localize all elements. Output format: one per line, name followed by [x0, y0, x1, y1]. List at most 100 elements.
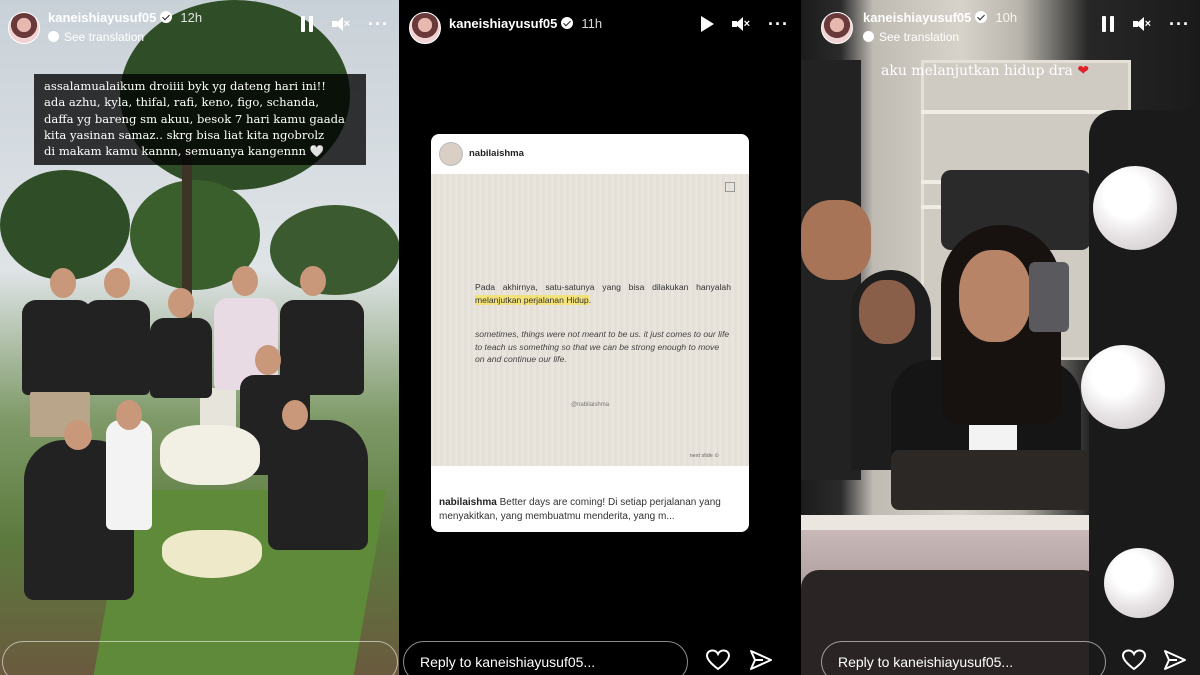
avatar[interactable]	[8, 12, 40, 44]
story-panel-3[interactable]: aku melanjutkan hidup dra ❤ kaneishiayus…	[801, 0, 1200, 675]
username-row[interactable]: kaneishiayusuf05 12h	[48, 10, 202, 25]
vanity-bulb	[1081, 345, 1165, 429]
quote-text-end: .	[588, 294, 592, 305]
face	[64, 420, 92, 450]
reply-placeholder: Reply to kaneishiayusuf05...	[420, 654, 596, 670]
see-translation-link[interactable]: See translation	[863, 30, 959, 44]
story-caption: aku melanjutkan hidup dra ❤	[881, 63, 1089, 79]
red-heart-icon: ❤	[1077, 63, 1090, 79]
caption-line: assalamualaikum droiiii byk yg dateng ha…	[44, 79, 326, 93]
face	[116, 400, 142, 430]
verified-badge-icon	[975, 11, 988, 23]
username[interactable]: kaneishiayusuf05	[449, 16, 557, 31]
avatar[interactable]	[409, 12, 441, 44]
reply-input[interactable]: Reply to kaneishiayusuf05...	[821, 641, 1106, 675]
next-slide-text: next slide	[689, 453, 713, 459]
reply-input[interactable]: Reply to kaneishiayusuf05...	[403, 641, 688, 675]
next-slide-label: next slide ⊙	[689, 453, 719, 459]
flower-bouquet	[160, 425, 260, 485]
story-time: 11h	[581, 16, 603, 31]
person-hijab-2	[268, 420, 368, 550]
avatar[interactable]	[821, 12, 853, 44]
post-header: nabilaishma	[431, 134, 749, 174]
face	[232, 266, 258, 296]
username[interactable]: kaneishiayusuf05	[863, 10, 971, 25]
caption-author[interactable]: nabilaishma	[439, 497, 497, 508]
verified-badge-icon	[561, 17, 574, 29]
person-standing-2	[84, 300, 150, 395]
globe-icon	[48, 31, 59, 42]
stylist-arm	[801, 200, 871, 280]
caption-line: kita yasinan samaz.. skrg bisa liat kita…	[44, 127, 325, 142]
square-icon	[725, 182, 735, 192]
caption-line: ada azhu, kyla, thifal, rafi, keno, figo…	[44, 95, 320, 110]
vanity-bulb	[1093, 166, 1177, 250]
username-row[interactable]: kaneishiayusuf05 11h	[449, 16, 602, 31]
username-row[interactable]: kaneishiayusuf05 10h	[863, 10, 1017, 25]
reply-input[interactable]	[2, 641, 398, 675]
heart-icon[interactable]	[1121, 649, 1147, 671]
flower-heart	[162, 530, 262, 578]
mute-icon[interactable]: ×	[1133, 16, 1151, 32]
story-caption: assalamualaikum droiiii byk yg dateng ha…	[34, 74, 366, 166]
reply-placeholder: Reply to kaneishiayusuf05...	[838, 654, 1014, 670]
story-time: 12h	[180, 10, 203, 25]
person-standing-3	[150, 318, 212, 398]
pause-icon[interactable]	[1101, 16, 1115, 32]
quote-text: Pada akhirnya, satu-satunya yang bisa di…	[475, 281, 731, 306]
face	[300, 266, 326, 296]
more-icon[interactable]: ···	[1169, 15, 1190, 33]
see-translation-label: See translation	[64, 30, 145, 44]
person-standing-1	[22, 300, 92, 395]
shelf-divider	[921, 110, 1131, 114]
tree-left	[0, 170, 130, 280]
globe-icon	[863, 31, 874, 42]
vanity-bulb	[1104, 548, 1174, 618]
quote-english: sometimes, things were not meant to be u…	[475, 329, 730, 364]
see-translation-label: See translation	[879, 30, 960, 44]
shared-post-card[interactable]: nabilaishma Pada akhirnya, satu-satunya …	[431, 134, 749, 532]
face	[104, 268, 130, 298]
see-translation-link[interactable]: See translation	[48, 30, 144, 44]
smartphone	[1029, 262, 1069, 332]
quote-highlight: melanjutkan perjalanan Hidup	[475, 294, 589, 305]
post-caption: nabilaishma Better days are coming! Di s…	[439, 496, 743, 523]
send-icon[interactable]	[1163, 649, 1187, 671]
post-author-avatar[interactable]	[439, 142, 463, 166]
face	[282, 400, 308, 430]
story-header: kaneishiayusuf05 10h See translation × ··…	[801, 0, 1200, 62]
heart-icon[interactable]	[705, 649, 731, 671]
woman-face	[959, 250, 1031, 342]
caption-text: aku melanjutkan hidup dra	[881, 63, 1073, 79]
caption-line: di makam kamu kannn, semuanya kangennn 🤍	[44, 144, 325, 159]
tree-right	[270, 205, 399, 295]
send-icon[interactable]	[749, 649, 773, 671]
makeup-tray	[891, 450, 1091, 510]
post-author[interactable]: nabilaishma	[469, 148, 524, 159]
story-controls: × ···	[701, 15, 789, 33]
face	[859, 280, 915, 344]
pause-icon[interactable]	[300, 16, 314, 32]
story-panel-1[interactable]: assalamualaikum droiiii byk yg dateng ha…	[0, 0, 399, 675]
story-panel-2[interactable]: nabilaishma Pada akhirnya, satu-satunya …	[401, 0, 799, 675]
quote-tag: @nabilaishma	[570, 402, 610, 408]
story-controls: × ···	[300, 15, 389, 33]
mute-icon[interactable]: ×	[332, 16, 350, 32]
story-controls: × ···	[1101, 15, 1190, 33]
quote-image: Pada akhirnya, satu-satunya yang bisa di…	[431, 174, 749, 466]
story-header: kaneishiayusuf05 11h × ···	[401, 0, 799, 62]
more-icon[interactable]: ···	[768, 15, 789, 33]
caption-line: daffa yg bareng sm akuu, besok 7 hari ka…	[44, 111, 345, 126]
story-time: 10h	[995, 10, 1018, 25]
face	[168, 288, 194, 318]
verified-badge-icon	[160, 11, 173, 23]
play-icon[interactable]	[701, 16, 715, 32]
face	[255, 345, 281, 375]
story-header: kaneishiayusuf05 12h See translation × ··…	[0, 0, 399, 62]
person-white-shirt	[106, 420, 152, 530]
more-icon[interactable]: ···	[368, 15, 389, 33]
mute-icon[interactable]: ×	[732, 16, 750, 32]
username[interactable]: kaneishiayusuf05	[48, 10, 156, 25]
quote-text-start: Pada akhirnya, satu-satunya yang bisa di…	[475, 282, 731, 292]
face	[50, 268, 76, 298]
